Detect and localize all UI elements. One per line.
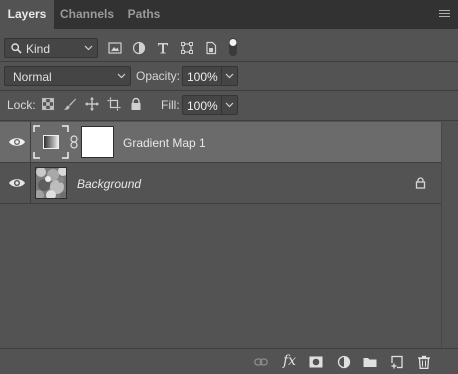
tab-channels[interactable]: Channels (54, 0, 120, 29)
chevron-down-icon (84, 45, 93, 51)
add-mask-icon[interactable] (309, 355, 323, 369)
chevron-down-icon (117, 73, 126, 79)
chevron-down-icon (225, 102, 234, 108)
lock-position-icon[interactable] (85, 97, 99, 111)
layer-name[interactable]: Background (77, 177, 141, 191)
opacity-input[interactable]: 100% (182, 66, 222, 86)
visibility-column-separator (30, 163, 31, 203)
new-adjustment-layer-icon[interactable] (337, 355, 351, 369)
layers-scrollbar[interactable] (441, 122, 458, 348)
shape-filter-icon[interactable] (180, 41, 194, 55)
divider (0, 120, 458, 121)
fill-label: Fill: (161, 98, 180, 112)
lock-icon (415, 177, 426, 189)
type-filter-icon[interactable] (156, 41, 170, 55)
new-group-icon[interactable] (363, 355, 377, 369)
blend-mode-select[interactable]: Normal (4, 66, 131, 86)
panel-tab-bar: Layers Channels Paths (0, 0, 458, 29)
divider (0, 203, 441, 204)
gradient-map-icon (43, 135, 59, 149)
link-icon[interactable] (70, 135, 78, 149)
divider (0, 61, 458, 62)
panel-footer: fx (0, 348, 458, 374)
visibility-column-separator (30, 122, 31, 162)
new-layer-icon[interactable] (390, 355, 404, 369)
lock-transparent-pixels-icon[interactable] (41, 97, 55, 111)
lock-artboard-icon[interactable] (107, 97, 121, 111)
adjustment-thumbnail[interactable] (33, 125, 69, 159)
chevron-down-icon (225, 73, 234, 79)
opacity-dropdown-button[interactable] (222, 66, 238, 86)
blend-mode-value: Normal (13, 70, 52, 84)
eye-icon[interactable] (8, 176, 26, 190)
fill-dropdown-button[interactable] (222, 95, 238, 115)
search-icon (11, 43, 22, 54)
layer-name[interactable]: Gradient Map 1 (123, 136, 206, 150)
panel-menu-icon[interactable] (439, 10, 450, 19)
tab-paths[interactable]: Paths (120, 0, 168, 29)
adjustment-filter-icon[interactable] (132, 41, 146, 55)
delete-layer-icon[interactable] (417, 355, 431, 369)
filter-toggle-icon[interactable] (228, 37, 238, 57)
fill-value: 100% (187, 99, 218, 113)
background-thumbnail[interactable] (35, 167, 67, 199)
opacity-value: 100% (187, 70, 218, 84)
layer-row-gradient-map[interactable]: Gradient Map 1 (0, 122, 441, 162)
tab-layers[interactable]: Layers (0, 0, 54, 29)
divider (0, 90, 458, 91)
eye-icon[interactable] (8, 135, 26, 149)
layer-row-background[interactable]: Background (0, 163, 441, 203)
lock-image-pixels-icon[interactable] (63, 97, 77, 111)
lock-label: Lock: (7, 98, 36, 112)
smart-object-filter-icon[interactable] (204, 41, 218, 55)
layer-mask-thumbnail[interactable] (81, 126, 114, 158)
fx-icon[interactable]: fx (283, 353, 299, 369)
fill-input[interactable]: 100% (182, 95, 222, 115)
filter-kind-label: Kind (26, 42, 51, 56)
opacity-label: Opacity: (136, 69, 181, 83)
link-layers-icon[interactable] (254, 355, 268, 369)
filter-kind-select[interactable]: Kind (4, 38, 98, 58)
lock-all-icon[interactable] (129, 97, 143, 111)
image-filter-icon[interactable] (108, 41, 122, 55)
